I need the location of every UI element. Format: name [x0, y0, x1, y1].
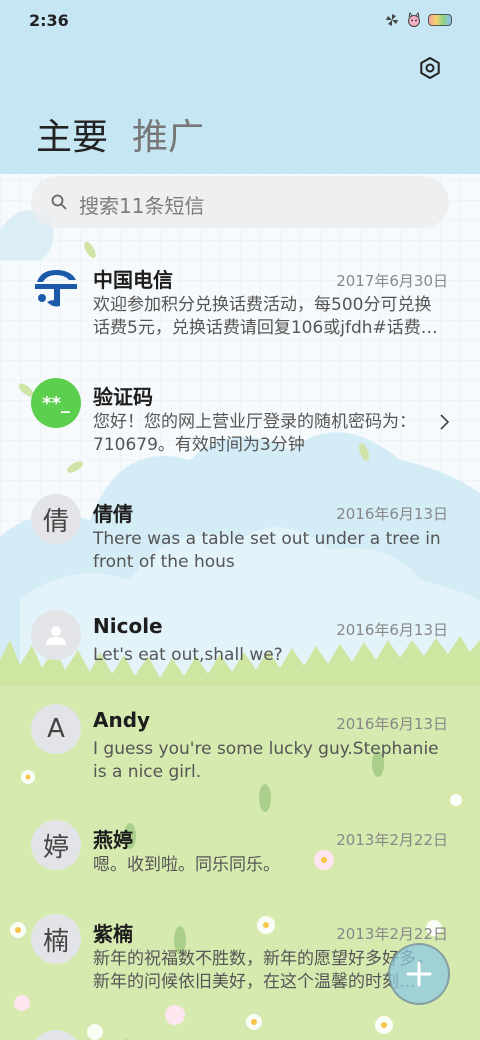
- message-date: 2013年2月22日: [336, 925, 448, 943]
- tab-bar: 主要 推广: [36, 108, 204, 160]
- message-preview: I guess you're some lucky guy.Stephanie …: [93, 739, 439, 782]
- contact-name: 燕婷: [93, 828, 133, 852]
- contact-name: Andy: [93, 708, 151, 732]
- contact-name: 验证码: [93, 385, 153, 409]
- tab-promotions[interactable]: 推广: [132, 108, 204, 160]
- person-icon: [46, 626, 66, 645]
- message-preview: Let's eat out,shall we?: [93, 645, 283, 665]
- plus-icon: [406, 961, 432, 987]
- avatar-text: 倩: [42, 506, 69, 537]
- conversation-row[interactable]: 中国电信 2017年6月30日 欢迎参加积分兑换话费活动，每500分可兑换话费5…: [0, 232, 480, 350]
- avatar: [31, 610, 81, 660]
- settings-icon[interactable]: [418, 56, 442, 80]
- message-date: 2016年6月13日: [336, 505, 448, 523]
- status-icons: [384, 12, 452, 28]
- avatar-text: 婷: [42, 832, 69, 863]
- app-header: 2:36 主要 推广: [0, 0, 480, 174]
- message-preview: There was a table set out under a tree i…: [93, 529, 441, 572]
- avatar-text: A: [47, 714, 65, 744]
- conversation-row[interactable]: 婷 燕婷 2013年2月22日 嗯。收到啦。同乐同乐。: [0, 792, 480, 886]
- new-message-button[interactable]: [388, 943, 450, 1005]
- chevron-right-icon[interactable]: [438, 413, 450, 431]
- cat-icon: [408, 12, 420, 27]
- avatar: A: [31, 704, 81, 754]
- search-bar[interactable]: 搜索11条短信: [31, 176, 449, 228]
- contact-name: 倩倩: [93, 502, 133, 526]
- contact-name: 中国电信: [93, 268, 173, 292]
- status-time: 2:36: [29, 11, 69, 30]
- avatar: 楠: [31, 914, 81, 964]
- avatar-text: 楠: [42, 926, 69, 957]
- message-preview: 嗯。收到啦。同乐同乐。: [93, 855, 280, 875]
- battery-icon: [428, 14, 452, 26]
- message-preview: 欢迎参加积分兑换话费活动，每500分可兑换话费5元，兑换话费请回复106或jfd…: [93, 295, 438, 338]
- message-date: 2016年6月13日: [336, 621, 448, 639]
- china-telecom-logo: [31, 262, 81, 312]
- tab-main[interactable]: 主要: [36, 108, 108, 160]
- avatar: [31, 1030, 81, 1040]
- contact-name: 紫楠: [93, 922, 133, 946]
- search-placeholder: 搜索11条短信: [79, 194, 205, 218]
- avatar-text: **_: [42, 392, 70, 414]
- message-date: 2013年2月22日: [336, 831, 448, 849]
- conversation-row[interactable]: 倩 倩倩 2016年6月13日 There was a table set ou…: [0, 466, 480, 582]
- search-icon: [51, 194, 67, 210]
- pinwheel-icon: [386, 14, 398, 26]
- message-date: 2016年6月13日: [336, 715, 448, 733]
- message-preview: 您好！您的网上营业厅登录的随机密码为：710679。有效时间为3分钟: [93, 412, 416, 455]
- conversation-row[interactable]: A Andy 2016年6月13日 I guess you're some lu…: [0, 676, 480, 792]
- avatar: 倩: [31, 494, 81, 544]
- avatar: 婷: [31, 820, 81, 870]
- conversation-row[interactable]: 子玲: [0, 1002, 480, 1040]
- telecom-logo-icon: [35, 270, 77, 307]
- contact-name: Nicole: [93, 614, 163, 638]
- conversation-row[interactable]: Nicole 2016年6月13日 Let's eat out,shall we…: [0, 582, 480, 676]
- conversation-row[interactable]: **_ 验证码 您好！您的网上营业厅登录的随机密码为：710679。有效时间为3…: [0, 350, 480, 466]
- contact-name: 子玲: [93, 1034, 133, 1040]
- status-bar: 2:36: [0, 0, 480, 40]
- avatar: **_: [31, 378, 81, 428]
- message-date: 2017年6月30日: [336, 272, 448, 290]
